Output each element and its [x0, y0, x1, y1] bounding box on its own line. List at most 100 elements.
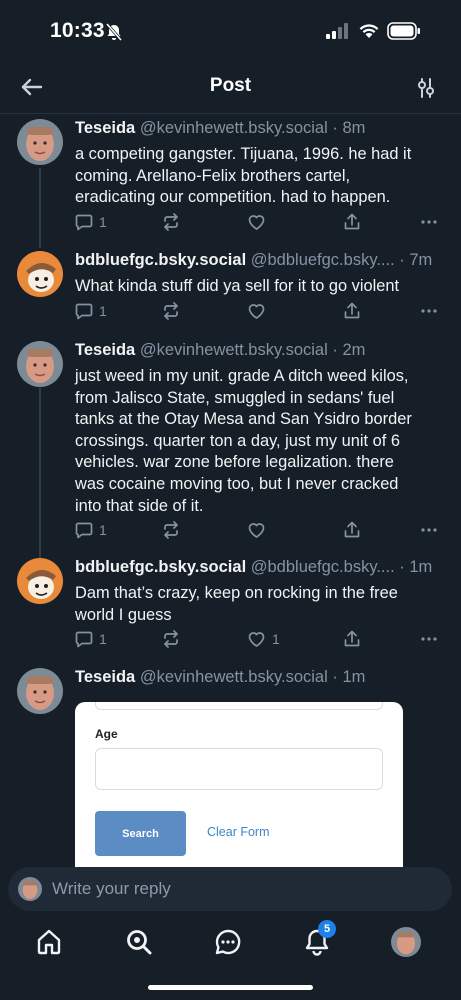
avatar[interactable]	[17, 251, 63, 297]
like-button[interactable]	[247, 213, 272, 231]
speech-bubble-icon	[75, 303, 93, 320]
post-text-line: into that side of it.	[75, 496, 204, 515]
heart-icon	[248, 523, 265, 538]
more-options-button[interactable]	[420, 521, 438, 539]
post-text-line: a competing gangster. Tijuana, 1996. he …	[75, 145, 412, 163]
more-options-button[interactable]	[420, 630, 438, 648]
post[interactable]: bdbluefgc.bsky.social @bdbluefgc.bsky...…	[0, 558, 461, 658]
more-options-button[interactable]	[420, 213, 438, 231]
author-name[interactable]: bdbluefgc.bsky.social	[75, 558, 246, 576]
share-button[interactable]	[343, 302, 361, 320]
avatar[interactable]	[17, 341, 63, 387]
author-name[interactable]: bdbluefgc.bsky.social	[75, 251, 246, 269]
repost-button[interactable]	[161, 302, 181, 320]
tab-bar	[0, 915, 461, 975]
status-time: 10:33	[50, 19, 105, 42]
like-button[interactable]	[247, 302, 272, 320]
wifi-icon	[359, 24, 379, 38]
post-text-line: eradicating our competition. had to happ…	[75, 188, 391, 207]
post[interactable]: Teseida @kevinhewett.bsky.social · 8m a …	[0, 119, 461, 239]
more-options-button[interactable]	[420, 302, 438, 320]
post-author-line: bdbluefgc.bsky.social @bdbluefgc.bsky...…	[75, 558, 447, 577]
reply-count: 1	[99, 631, 107, 647]
search-button: Search	[95, 811, 186, 856]
post-text-line: crossings. quarter ton a day, just my un…	[75, 431, 400, 450]
reply-button[interactable]: 1	[75, 521, 107, 539]
post[interactable]: bdbluefgc.bsky.social @bdbluefgc.bsky...…	[0, 251, 461, 331]
author-handle[interactable]: @kevinhewett.bsky.social	[140, 668, 328, 686]
thread-settings-button[interactable]	[413, 75, 439, 101]
reply-button[interactable]: 1	[75, 213, 107, 231]
home-icon	[37, 929, 61, 955]
post[interactable]: Teseida @kevinhewett.bsky.social · 1m	[0, 668, 461, 714]
ellipsis-icon	[421, 637, 437, 641]
reply-button[interactable]: 1	[75, 630, 107, 648]
ellipsis-icon	[421, 528, 437, 532]
avatar[interactable]	[17, 668, 63, 714]
page-title: Post	[209, 75, 252, 96]
bell-off-icon	[105, 23, 123, 41]
age-label: Age	[95, 727, 118, 741]
post-header: Post	[0, 62, 461, 114]
repost-icon	[164, 302, 178, 320]
repost-icon	[164, 213, 178, 231]
author-name[interactable]: Teseida	[75, 668, 135, 686]
age-input	[95, 748, 383, 790]
avatar[interactable]	[17, 119, 63, 165]
speech-bubble-icon	[75, 214, 93, 231]
embedded-image[interactable]: Age Search Clear Form	[75, 702, 403, 872]
heart-icon	[248, 304, 265, 319]
reply-button[interactable]: 1	[75, 302, 107, 320]
signal-icon	[326, 23, 348, 39]
post-actions: 1 1	[75, 630, 445, 652]
post-time: · 8m	[332, 119, 366, 137]
repost-button[interactable]	[161, 521, 181, 539]
post-text-line: vehicles. war zone before legalization. …	[75, 453, 394, 472]
reply-input[interactable]	[52, 867, 432, 911]
post-author-line: bdbluefgc.bsky.social @bdbluefgc.bsky...…	[75, 251, 447, 270]
tab-search[interactable]	[124, 927, 156, 959]
like-count: 1	[272, 631, 280, 647]
reply-bar[interactable]	[8, 867, 452, 911]
author-name[interactable]: Teseida	[75, 119, 135, 137]
ellipsis-icon	[421, 309, 437, 313]
reply-count: 1	[99, 214, 107, 230]
repost-icon	[164, 630, 178, 648]
post-text-line: just weed in my unit. grade A ditch weed…	[75, 367, 409, 385]
avatar[interactable]	[17, 558, 63, 604]
post-author-line: Teseida @kevinhewett.bsky.social · 2m	[75, 341, 447, 360]
ellipsis-icon	[421, 220, 437, 224]
tab-chat[interactable]	[213, 927, 245, 959]
heart-icon	[248, 215, 265, 230]
post[interactable]: Teseida @kevinhewett.bsky.social · 2m ju…	[0, 341, 461, 551]
share-icon	[344, 302, 360, 319]
post-author-line: Teseida @kevinhewett.bsky.social · 8m	[75, 119, 447, 138]
share-button[interactable]	[343, 521, 361, 539]
post-actions: 1	[75, 213, 445, 235]
post-actions: 1	[75, 302, 445, 324]
post-actions: 1	[75, 521, 445, 543]
tab-home[interactable]	[34, 927, 66, 959]
heart-icon	[248, 632, 265, 647]
share-icon	[344, 213, 360, 230]
reply-count: 1	[99, 303, 107, 319]
like-button[interactable]: 1	[247, 630, 280, 648]
author-handle[interactable]: @bdbluefgc.bsky....	[251, 558, 395, 576]
share-button[interactable]	[343, 630, 361, 648]
avatar	[18, 877, 42, 901]
post-text: What kinda stuff did ya sell for it to g…	[75, 276, 439, 298]
repost-icon	[164, 521, 178, 539]
author-name[interactable]: Teseida	[75, 341, 135, 359]
author-handle[interactable]: @kevinhewett.bsky.social	[140, 341, 328, 359]
tab-profile[interactable]	[391, 927, 423, 959]
speech-bubble-icon	[75, 631, 93, 648]
reply-count: 1	[99, 522, 107, 538]
repost-button[interactable]	[161, 213, 181, 231]
post-text-line: What kinda stuff did ya sell for it to g…	[75, 277, 400, 295]
author-handle[interactable]: @kevinhewett.bsky.social	[140, 119, 328, 137]
like-button[interactable]	[247, 521, 272, 539]
post-text: a competing gangster. Tijuana, 1996. he …	[75, 144, 439, 209]
share-button[interactable]	[343, 213, 361, 231]
repost-button[interactable]	[161, 630, 181, 648]
author-handle[interactable]: @bdbluefgc.bsky....	[251, 251, 395, 269]
